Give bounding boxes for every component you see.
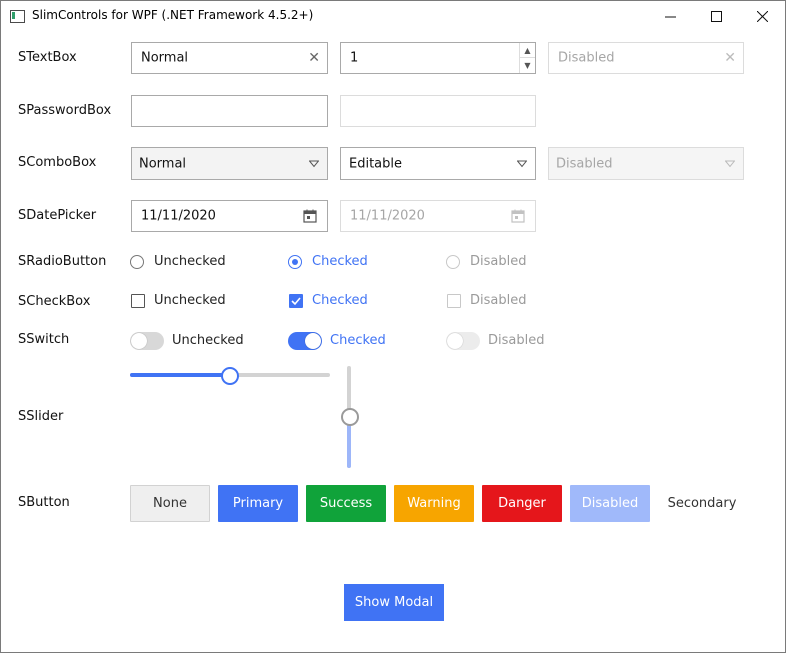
sslider-label: SSlider (18, 409, 64, 424)
minimize-button[interactable] (647, 1, 693, 32)
show-modal-button[interactable]: Show Modal (344, 584, 444, 621)
sradiobutton-label: SRadioButton (18, 254, 107, 269)
password-field-disabled (340, 95, 536, 127)
numeric-textbox[interactable]: 1 ▲ ▼ (340, 42, 536, 74)
chevron-down-icon (517, 160, 527, 167)
scheckbox-label: SCheckBox (18, 294, 91, 309)
vertical-slider-thumb[interactable] (341, 408, 359, 426)
sswitch-label: SSwitch (18, 332, 70, 347)
switch-unchecked-label: Unchecked (172, 333, 244, 348)
title-bar[interactable]: SlimControls for WPF (.NET Framework 4.5… (1, 1, 785, 32)
switch-knob (447, 333, 463, 349)
switch-knob (131, 333, 147, 349)
warning-button[interactable]: Warning (394, 485, 474, 522)
minimize-icon (664, 16, 676, 18)
combobox-normal-value: Normal (139, 156, 187, 171)
checkmark-icon (291, 297, 301, 306)
radio-disabled-label: Disabled (470, 254, 527, 269)
radio-circle (130, 255, 144, 269)
spin-up-icon[interactable]: ▲ (520, 43, 535, 58)
chevron-down-icon (309, 160, 319, 167)
combobox-editable[interactable]: Editable (340, 147, 536, 180)
checkbox-disabled-label: Disabled (470, 293, 527, 308)
primary-button[interactable]: Primary (218, 485, 298, 522)
datepicker-value: 11/11/2020 (141, 208, 216, 224)
chevron-down-icon (725, 160, 735, 167)
combobox-normal[interactable]: Normal (131, 147, 328, 180)
textbox-disabled: Disabled ✕ (548, 42, 744, 74)
combobox-editable-value: Editable (349, 156, 403, 171)
switch-track (446, 332, 480, 350)
spinner: ▲ ▼ (519, 43, 535, 73)
datepicker-disabled: 11/11/2020 (340, 200, 536, 232)
maximize-icon (710, 11, 722, 22)
textbox-normal[interactable]: Normal ✕ (131, 42, 328, 74)
switch-knob (305, 333, 321, 349)
switch-disabled-label: Disabled (488, 333, 545, 348)
success-button[interactable]: Success (306, 485, 386, 522)
danger-button[interactable]: Danger (482, 485, 562, 522)
secondary-button[interactable]: Secondary (662, 485, 742, 522)
radio-checked-label: Checked (312, 254, 368, 269)
stextbox-label: STextBox (18, 50, 77, 65)
numeric-textbox-value: 1 (350, 50, 359, 66)
clear-icon: ✕ (724, 50, 736, 66)
none-button[interactable]: None (130, 485, 210, 522)
checkbox-unchecked-label: Unchecked (154, 293, 226, 308)
sbutton-label: SButton (18, 495, 70, 510)
datepicker[interactable]: 11/11/2020 (131, 200, 328, 232)
spin-down-icon[interactable]: ▼ (520, 58, 535, 73)
radio-circle (446, 255, 460, 269)
textbox-normal-value: Normal (141, 50, 189, 66)
datepicker-disabled-value: 11/11/2020 (350, 208, 425, 224)
switch-track (288, 332, 322, 350)
app-window: SlimControls for WPF (.NET Framework 4.5… (0, 0, 786, 653)
close-button[interactable] (739, 1, 785, 32)
combobox-disabled-value: Disabled (556, 156, 613, 171)
slider-fill (130, 373, 230, 377)
calendar-icon[interactable] (303, 209, 317, 223)
maximize-button[interactable] (693, 1, 739, 32)
checkbox-checked-label: Checked (312, 293, 368, 308)
spasswordbox-label: SPasswordBox (18, 103, 112, 118)
sdatepicker-label: SDatePicker (18, 208, 97, 223)
close-icon (756, 11, 768, 22)
horizontal-slider-thumb[interactable] (221, 367, 239, 385)
combobox-disabled: Disabled (548, 147, 744, 180)
checkbox-square (131, 294, 145, 308)
disabled-button: Disabled (570, 485, 650, 522)
checkbox-square (447, 294, 461, 308)
textbox-disabled-value: Disabled (558, 50, 615, 66)
calendar-icon (511, 209, 525, 223)
app-icon (10, 10, 25, 23)
radio-unchecked-label: Unchecked (154, 254, 226, 269)
checkbox-square (289, 294, 303, 308)
scombobox-label: SComboBox (18, 155, 97, 170)
switch-track (130, 332, 164, 350)
password-field[interactable] (131, 95, 328, 127)
switch-checked-label: Checked (330, 333, 386, 348)
radio-circle (288, 255, 302, 269)
clear-icon[interactable]: ✕ (308, 51, 320, 65)
window-title: SlimControls for WPF (.NET Framework 4.5… (32, 8, 314, 22)
